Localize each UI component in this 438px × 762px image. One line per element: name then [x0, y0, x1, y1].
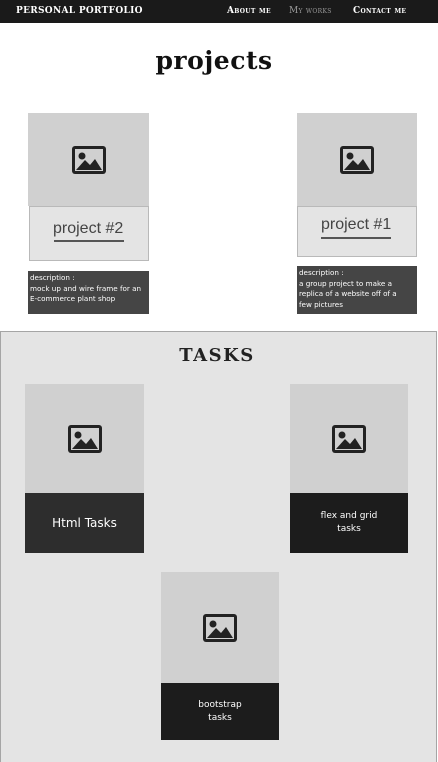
brand-logo[interactable]: Personal Portfolio [16, 6, 143, 17]
project-1-underline [321, 237, 391, 239]
flex-grid-tasks-label-line2: tasks [337, 524, 361, 534]
flex-grid-tasks-label-line1: flex and grid [320, 511, 378, 521]
image-icon [67, 425, 102, 453]
tasks-heading: TASKS [179, 345, 255, 366]
html-tasks-image[interactable] [25, 384, 144, 494]
image-icon [203, 613, 237, 642]
flex-grid-tasks-image[interactable] [290, 384, 408, 493]
image-icon [340, 145, 374, 174]
project-1-description: description : a group project to make a … [297, 266, 417, 314]
project-2-underline [54, 240, 124, 242]
image-icon [332, 424, 366, 453]
project-1-image[interactable] [297, 113, 417, 206]
bootstrap-tasks-label-line2: tasks [208, 712, 232, 723]
html-tasks-button[interactable]: Html Tasks [25, 493, 144, 553]
html-tasks-label: Html Tasks [52, 516, 117, 530]
bootstrap-tasks-button[interactable]: bootstrap tasks [161, 683, 279, 740]
navbar: Personal Portfolio About me My works Con… [0, 0, 438, 23]
projects-heading: projects [155, 46, 273, 75]
bootstrap-tasks-image[interactable] [161, 572, 279, 683]
nav-contact-link[interactable]: Contact me [353, 6, 406, 17]
project-2-label[interactable]: project #2 [53, 220, 123, 238]
nav-my-works-link[interactable]: My works [289, 6, 332, 17]
project-2-image[interactable] [28, 113, 149, 206]
project-2-description: description : mock up and wire frame for… [28, 271, 149, 314]
flex-grid-tasks-button[interactable]: flex and grid tasks [290, 493, 408, 553]
image-icon [71, 145, 106, 174]
nav-about-link[interactable]: About me [227, 6, 271, 17]
bootstrap-tasks-label-line1: bootstrap [198, 699, 242, 710]
project-1-label[interactable]: project #1 [321, 216, 391, 234]
